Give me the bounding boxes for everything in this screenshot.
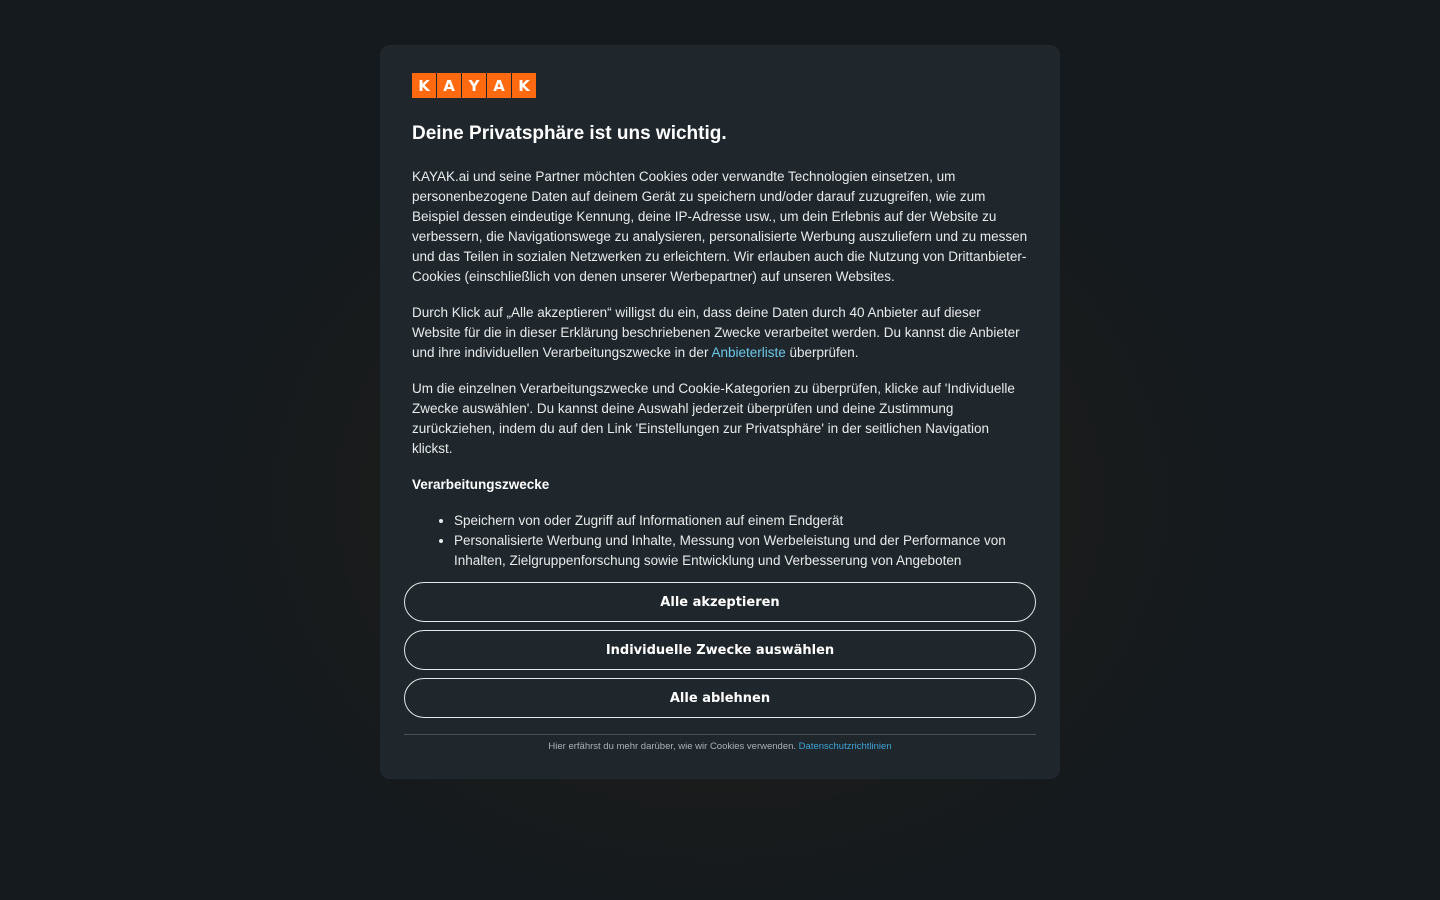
dialog-content: Deine Privatsphäre ist uns wichtig. KAYA… (412, 119, 1028, 571)
logo-letter: K (512, 73, 536, 98)
select-individual-purposes-button[interactable]: Individuelle Zwecke auswählen (404, 630, 1036, 670)
logo-letter: Y (462, 73, 486, 98)
privacy-policy-link[interactable]: Datenschutzrichtlinien (799, 741, 892, 752)
cookie-footer: Hier erfährst du mehr darüber, wie wir C… (404, 741, 1036, 753)
reject-all-button[interactable]: Alle ablehnen (404, 678, 1036, 718)
review-paragraph: Um die einzelnen Verarbeitungszwecke und… (412, 381, 1015, 456)
consent-paragraph: Durch Klick auf „Alle akzeptieren“ willi… (412, 303, 1028, 363)
consent-text-end: überprüfen. (785, 345, 859, 360)
footer-divider (404, 734, 1036, 735)
consent-buttons: Alle akzeptieren Individuelle Zwecke aus… (404, 582, 1036, 726)
accept-all-button[interactable]: Alle akzeptieren (404, 582, 1036, 622)
dialog-title: Deine Privatsphäre ist uns wichtig. (412, 123, 727, 144)
purposes-list: Speichern von oder Zugriff auf Informati… (412, 511, 1028, 571)
purpose-item: Personalisierte Werbung und Inhalte, Mes… (454, 531, 1028, 571)
logo-letter: K (412, 73, 436, 98)
logo-letter: A (437, 73, 461, 98)
purposes-heading: Verarbeitungszwecke (412, 477, 550, 492)
vendor-list-link[interactable]: Anbieterliste (711, 345, 785, 360)
logo-letter: A (487, 73, 511, 98)
purpose-item: Speichern von oder Zugriff auf Informati… (454, 511, 1028, 531)
kayak-logo: K A Y A K (412, 73, 536, 98)
footer-text: Hier erfährst du mehr darüber, wie wir C… (548, 741, 799, 752)
intro-paragraph: KAYAK.ai und seine Partner möchten Cooki… (412, 169, 1028, 284)
cookie-consent-dialog: K A Y A K Deine Privatsphäre ist uns wic… (380, 45, 1060, 779)
